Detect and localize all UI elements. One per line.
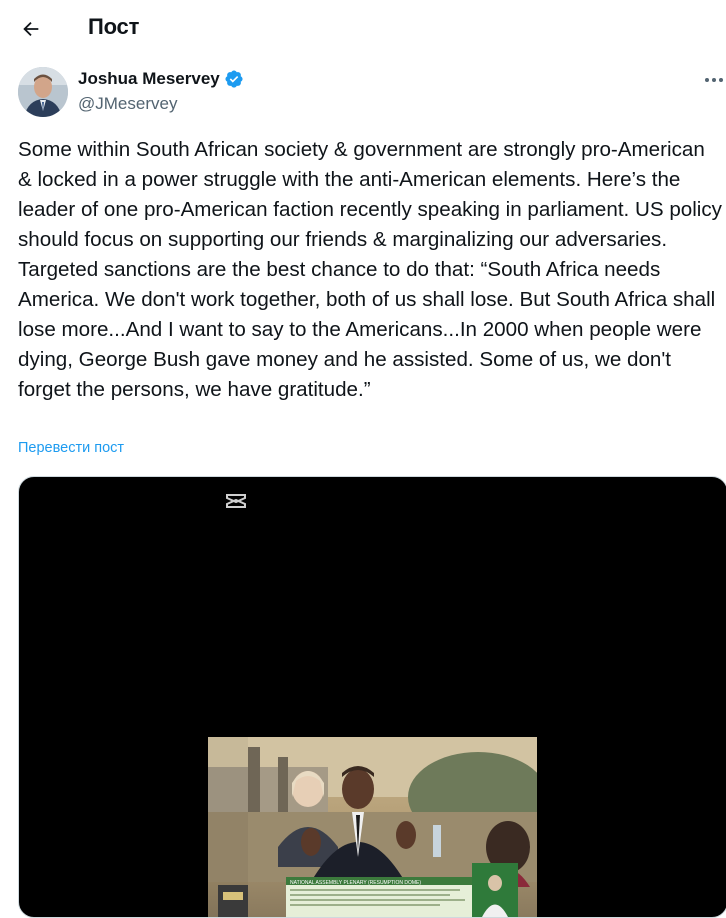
translate-post-link[interactable]: Перевести пост	[18, 440, 124, 456]
avatar-image	[18, 67, 68, 117]
arrow-left-icon	[23, 21, 39, 37]
capcut-icon	[226, 494, 246, 508]
more-dots-icon	[705, 78, 723, 82]
author-name[interactable]: Joshua Meservey	[78, 69, 244, 89]
back-button[interactable]	[14, 12, 48, 46]
author-handle[interactable]: @JMeservey	[78, 94, 177, 114]
avatar[interactable]	[18, 67, 68, 117]
video-player[interactable]: NATIONAL ASSEMBLY PLENARY (RESUMPTION DO…	[18, 476, 726, 918]
author-name-text: Joshua Meservey	[78, 69, 220, 88]
verified-badge-icon[interactable]	[224, 69, 244, 89]
video-thumbnail: NATIONAL ASSEMBLY PLENARY (RESUMPTION DO…	[208, 737, 537, 917]
more-options-button[interactable]	[702, 70, 726, 90]
caption-banner-text: NATIONAL ASSEMBLY PLENARY (RESUMPTION DO…	[290, 880, 421, 886]
page-title: Пост	[88, 14, 140, 39]
post-text: Some within South African society & gove…	[18, 138, 722, 401]
top-bar: Пост	[0, 0, 726, 58]
